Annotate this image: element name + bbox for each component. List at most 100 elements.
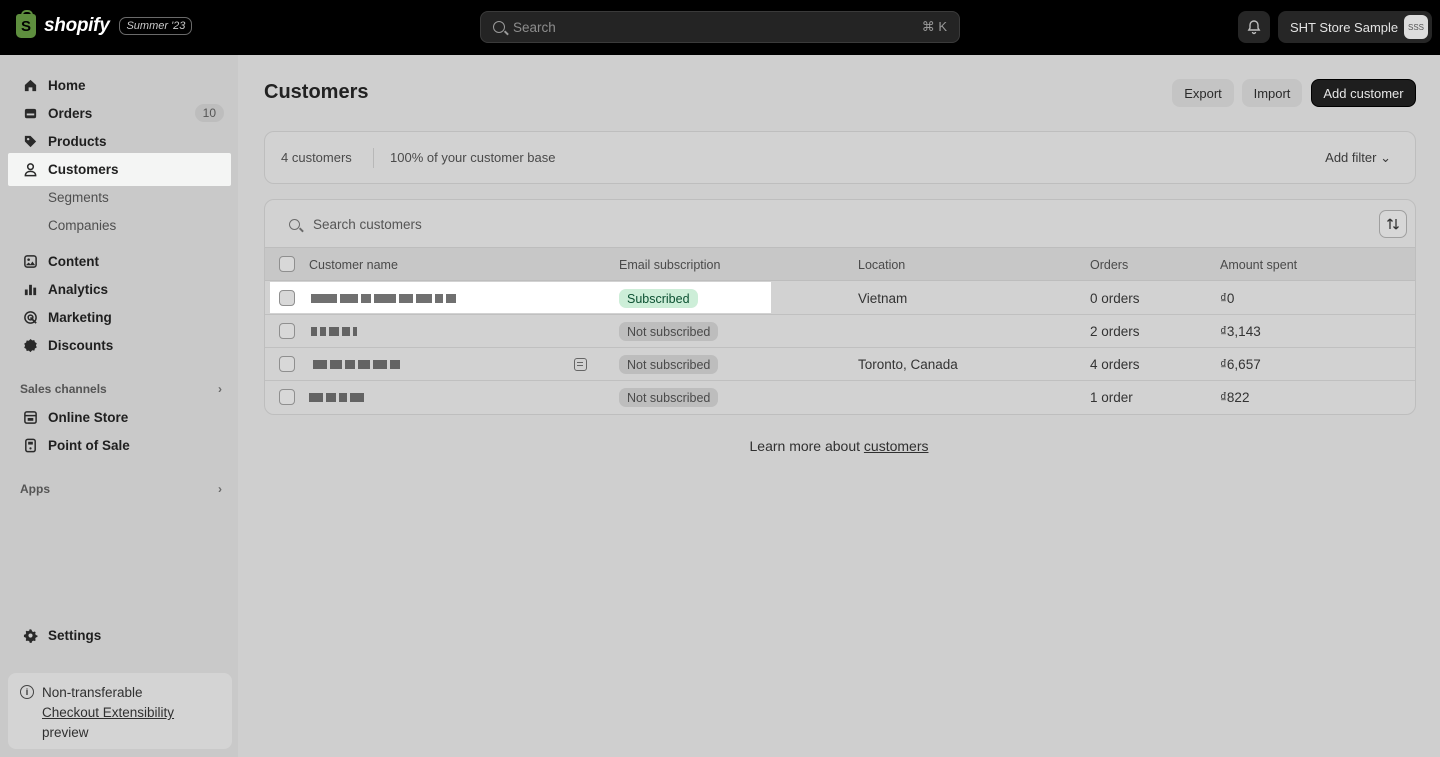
subscription-badge: Not subscribed xyxy=(619,388,719,407)
bell-icon xyxy=(1247,20,1261,35)
shopify-logo[interactable]: S shopify Summer '23 xyxy=(16,10,193,38)
chevron-down-icon: ⌄ xyxy=(1380,150,1391,165)
learn-more-customers-link[interactable]: customers xyxy=(864,438,929,454)
export-button[interactable]: Export xyxy=(1172,79,1234,107)
customer-name-redacted[interactable] xyxy=(311,294,456,303)
location-cell: Vietnam xyxy=(858,291,908,306)
sidebar-item-label: Content xyxy=(48,253,99,269)
search-customers-input[interactable] xyxy=(313,212,913,236)
global-search-placeholder: Search xyxy=(513,19,556,35)
sidebar-item-companies[interactable]: Companies xyxy=(12,211,230,239)
sidebar-item-point-of-sale[interactable]: Point of Sale xyxy=(12,431,230,459)
search-icon xyxy=(493,21,505,33)
orders-cell: 0 orders xyxy=(1090,291,1140,306)
sales-channels-label: Sales channels xyxy=(20,382,107,396)
table-row[interactable]: Not subscribed 2 orders ₫3,143 xyxy=(265,315,1415,348)
checkout-extensibility-notice: i Non-transferable Checkout Extensibilit… xyxy=(8,673,232,749)
add-filter-label: Add filter xyxy=(1325,150,1377,165)
bar-chart-icon xyxy=(20,279,40,299)
customer-base-percent: 100% of your customer base xyxy=(390,150,556,165)
filter-bar: 4 customers 100% of your customer base A… xyxy=(264,131,1416,184)
apps-section[interactable]: Apps › xyxy=(20,482,222,496)
header-customer-name[interactable]: Customer name xyxy=(309,258,398,272)
orders-icon xyxy=(20,103,40,123)
sidebar-item-label: Settings xyxy=(48,627,102,643)
notice-line3: preview xyxy=(42,725,89,740)
select-all-checkbox[interactable] xyxy=(279,256,295,272)
notifications-button[interactable] xyxy=(1238,11,1270,43)
header-orders[interactable]: Orders xyxy=(1090,258,1128,272)
chevron-right-icon: › xyxy=(218,382,222,396)
subscription-badge: Not subscribed xyxy=(619,355,719,374)
customer-count: 4 customers xyxy=(281,150,352,165)
logo-text: shopify xyxy=(44,15,110,36)
table-row[interactable]: Not subscribed Toronto, Canada 4 orders … xyxy=(265,348,1415,381)
sidebar-item-analytics[interactable]: Analytics xyxy=(12,275,230,303)
amount-spent-cell: ₫3,143 xyxy=(1220,324,1261,339)
note-icon[interactable] xyxy=(574,358,587,371)
sort-button[interactable] xyxy=(1379,210,1407,238)
sidebar-item-home[interactable]: Home xyxy=(12,71,230,99)
sidebar-item-orders[interactable]: Orders 10 xyxy=(12,99,230,127)
subscription-badge: Not subscribed xyxy=(619,322,719,341)
sidebar-item-products[interactable]: Products xyxy=(12,127,230,155)
tag-icon xyxy=(20,131,40,151)
add-filter-button[interactable]: Add filter ⌄ xyxy=(1325,150,1391,166)
amount-spent-cell: ₫0 xyxy=(1220,291,1235,306)
customer-name-redacted[interactable] xyxy=(309,393,364,402)
sidebar-item-label: Online Store xyxy=(48,409,129,425)
sales-channels-section[interactable]: Sales channels › xyxy=(20,382,222,396)
sidebar-item-label: Analytics xyxy=(48,281,109,297)
customers-table: Customer name Email subscription Locatio… xyxy=(264,199,1416,415)
checkout-extensibility-link[interactable]: Checkout Extensibility xyxy=(42,705,174,720)
row-checkbox[interactable] xyxy=(279,323,295,339)
sidebar-item-segments[interactable]: Segments xyxy=(12,183,230,211)
search-icon xyxy=(289,219,300,230)
sidebar-item-settings[interactable]: Settings xyxy=(12,621,230,649)
sidebar-item-marketing[interactable]: Marketing xyxy=(12,303,230,331)
orders-count-badge: 10 xyxy=(194,104,224,122)
sidebar: Home Orders 10 Products Customers Segmen… xyxy=(0,55,238,757)
location-cell: Toronto, Canada xyxy=(858,357,958,372)
header-email-subscription[interactable]: Email subscription xyxy=(619,258,720,272)
add-customer-button[interactable]: Add customer xyxy=(1311,79,1416,107)
shopify-bag-icon: S xyxy=(16,10,36,38)
target-icon xyxy=(20,307,40,327)
sidebar-item-customers[interactable]: Customers xyxy=(8,153,231,186)
amount-spent-cell: ₫822 xyxy=(1220,390,1250,405)
table-row[interactable]: Subscribed Vietnam 0 orders ₫0 xyxy=(265,282,1415,315)
sidebar-item-label: Companies xyxy=(48,217,117,233)
divider xyxy=(373,148,374,168)
sidebar-item-label: Customers xyxy=(48,162,119,177)
customer-name-redacted[interactable] xyxy=(311,327,357,336)
table-row[interactable]: Not subscribed 1 order ₫822 xyxy=(265,381,1415,414)
orders-cell: 2 orders xyxy=(1090,324,1140,339)
edition-badge: Summer '23 xyxy=(119,17,193,35)
header-amount-spent[interactable]: Amount spent xyxy=(1220,258,1297,272)
row-checkbox[interactable] xyxy=(279,389,295,405)
import-button[interactable]: Import xyxy=(1242,79,1302,107)
row-checkbox[interactable] xyxy=(279,290,295,306)
sidebar-item-label: Home xyxy=(48,77,86,93)
pos-icon xyxy=(20,435,40,455)
customer-name-redacted[interactable] xyxy=(313,360,400,369)
home-icon xyxy=(20,75,40,95)
sidebar-item-online-store[interactable]: Online Store xyxy=(12,403,230,431)
page-title: Customers xyxy=(264,81,369,103)
store-name: SHT Store Sample xyxy=(1290,19,1399,35)
global-search[interactable]: Search ⌘ K xyxy=(480,11,960,43)
chevron-right-icon: › xyxy=(218,482,222,496)
sidebar-item-discounts[interactable]: Discounts xyxy=(12,331,230,359)
person-icon xyxy=(20,160,40,180)
store-menu-button[interactable]: SHT Store Sample SSS xyxy=(1278,11,1432,43)
sort-icon xyxy=(1387,218,1399,230)
sidebar-item-label: Orders xyxy=(48,105,93,121)
sidebar-item-label: Marketing xyxy=(48,309,112,325)
gear-icon xyxy=(20,625,40,645)
top-bar: S shopify Summer '23 Search ⌘ K SHT Stor… xyxy=(0,0,1440,55)
main-content: Customers Export Import Add customer 4 c… xyxy=(238,55,1440,757)
row-checkbox[interactable] xyxy=(279,356,295,372)
sidebar-item-content[interactable]: Content xyxy=(12,247,230,275)
header-location[interactable]: Location xyxy=(858,258,905,272)
content-icon xyxy=(20,251,40,271)
